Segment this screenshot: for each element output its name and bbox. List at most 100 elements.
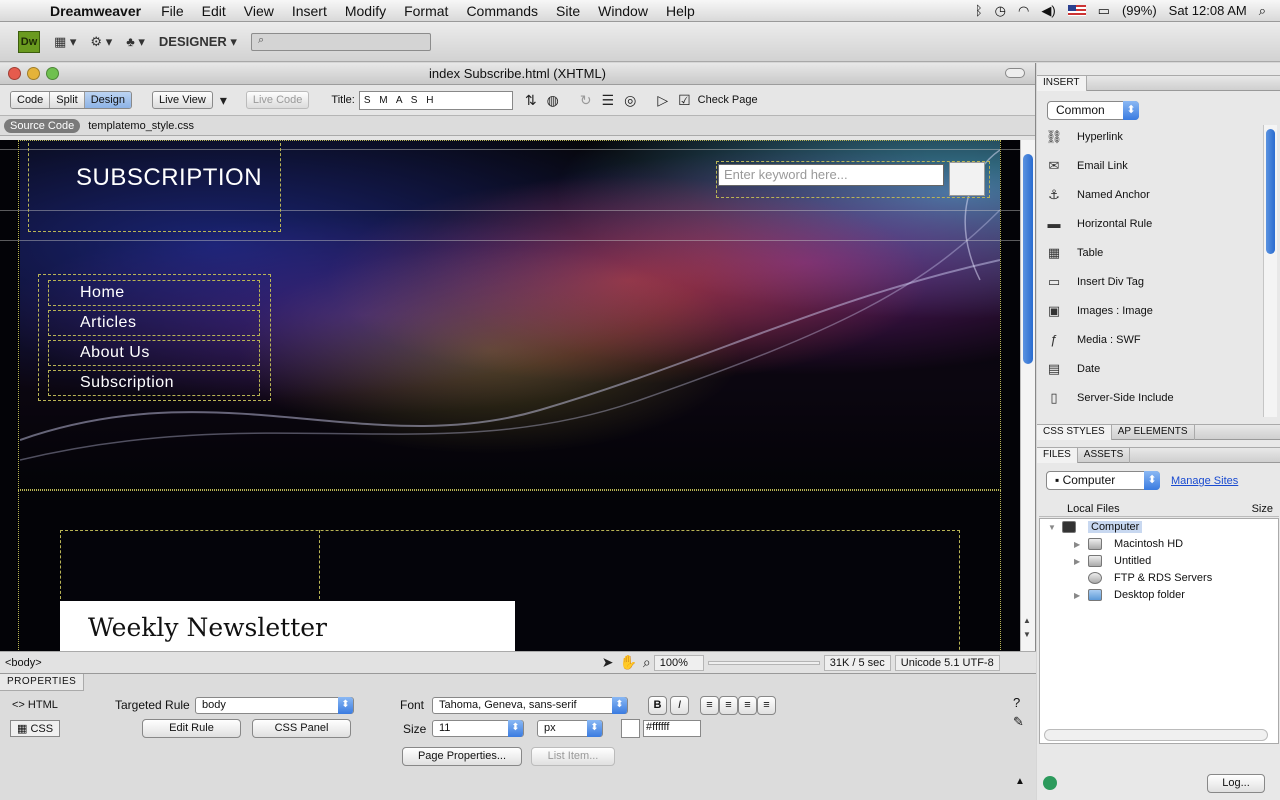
log-button[interactable]: Log... xyxy=(1207,774,1265,793)
tree-item-untitled[interactable]: ▶ Untitled xyxy=(1074,555,1151,567)
check-page-icon[interactable]: ☑ xyxy=(678,92,691,109)
page-properties-button[interactable]: Page Properties... xyxy=(402,747,522,766)
status-globe-icon[interactable] xyxy=(1043,776,1057,790)
spotlight-icon[interactable]: ⌕ xyxy=(1259,3,1266,19)
related-file-css[interactable]: templatemo_style.css xyxy=(88,120,194,132)
toolbar-toggle-button[interactable] xyxy=(1005,68,1025,78)
css-panel-button[interactable]: CSS Panel xyxy=(252,719,351,738)
zoom-tool-icon[interactable]: ⌕ xyxy=(643,654,651,671)
visual-aids-icon[interactable]: ◎ xyxy=(624,92,636,109)
nav-articles[interactable]: Articles xyxy=(48,310,260,336)
layout-icon[interactable]: ▦ ▾ xyxy=(54,34,76,50)
tree-item-macintosh-hd[interactable]: ▶ Macintosh HD xyxy=(1074,538,1183,550)
insert-table[interactable]: ▦ Table xyxy=(1045,243,1103,263)
source-code-tab[interactable]: Source Code xyxy=(4,118,81,133)
align-right-button[interactable]: ≡ xyxy=(738,696,757,715)
page-title-field[interactable]: S M A S H xyxy=(358,90,513,110)
insert-image[interactable]: ▣ Images : Image xyxy=(1045,301,1153,321)
insert-horizontal-rule[interactable]: ▬ Horizontal Rule xyxy=(1045,214,1153,234)
insert-tab[interactable]: INSERT xyxy=(1037,76,1087,91)
menu-file[interactable]: File xyxy=(152,3,193,19)
color-value-field[interactable]: #ffffff xyxy=(643,720,701,737)
pointer-tool-icon[interactable]: ➤ xyxy=(602,654,614,671)
nav-home[interactable]: Home xyxy=(48,280,260,306)
insert-category-select[interactable]: Common xyxy=(1047,101,1139,120)
insert-date[interactable]: ▤ Date xyxy=(1045,359,1100,379)
zoom-select[interactable]: 100% xyxy=(653,654,704,671)
design-view-button[interactable]: Design xyxy=(84,92,131,108)
bluetooth-icon[interactable]: ᛒ xyxy=(975,3,983,18)
align-center-button[interactable]: ≡ xyxy=(719,696,738,715)
site-icon[interactable]: ♣ ▾ xyxy=(126,34,145,50)
hand-tool-icon[interactable]: ✋ xyxy=(619,654,636,671)
list-item-button[interactable]: List Item... xyxy=(531,747,615,766)
manage-sites-link[interactable]: Manage Sites xyxy=(1171,475,1238,487)
scroll-down-arrow-icon[interactable]: ▼ xyxy=(1023,630,1031,639)
newsletter-heading[interactable]: Weekly Newsletter xyxy=(60,601,515,651)
live-view-button[interactable]: Live View xyxy=(151,91,213,109)
align-left-button[interactable]: ≡ xyxy=(700,696,719,715)
scroll-thumb[interactable] xyxy=(1266,129,1275,254)
disclosure-open-icon[interactable]: ▼ xyxy=(1048,523,1062,532)
insert-media[interactable]: ƒ Media : SWF xyxy=(1045,330,1140,350)
size-column[interactable]: Size xyxy=(1252,503,1273,515)
search-submit-button[interactable] xyxy=(949,162,985,196)
validate-icon[interactable]: ▷ xyxy=(657,92,668,109)
insert-named-anchor[interactable]: ⚓ Named Anchor xyxy=(1045,185,1150,205)
menu-view[interactable]: View xyxy=(235,3,283,19)
help-icon[interactable]: ? xyxy=(1013,695,1020,710)
targeted-rule-select[interactable]: body xyxy=(195,697,354,714)
window-size-field[interactable] xyxy=(707,660,820,665)
local-files-column[interactable]: Local Files xyxy=(1067,503,1120,515)
design-canvas[interactable]: SUBSCRIPTION Enter keyword here... Home … xyxy=(0,140,1020,651)
size-unit-select[interactable]: px xyxy=(537,720,603,737)
assets-tab[interactable]: ASSETS xyxy=(1078,448,1131,463)
view-options-icon[interactable]: ☰ xyxy=(602,92,615,109)
chevron-down-icon[interactable]: ▾ xyxy=(220,92,227,109)
font-select[interactable]: Tahoma, Geneva, sans-serif xyxy=(432,697,628,714)
edit-rule-button[interactable]: Edit Rule xyxy=(142,719,241,738)
insert-ssi[interactable]: ▯ Server-Side Include xyxy=(1045,388,1173,408)
quick-tag-editor-icon[interactable]: ✎ xyxy=(1013,714,1024,730)
tree-item-ftp-rds[interactable]: FTP & RDS Servers xyxy=(1074,572,1212,584)
insert-panel-scrollbar[interactable] xyxy=(1263,125,1277,417)
files-horizontal-scrollbar[interactable] xyxy=(1044,729,1268,741)
menu-edit[interactable]: Edit xyxy=(193,3,235,19)
color-swatch[interactable] xyxy=(621,719,640,738)
menu-help[interactable]: Help xyxy=(657,3,704,19)
code-view-button[interactable]: Code xyxy=(11,92,51,108)
insert-div-tag[interactable]: ▭ Insert Div Tag xyxy=(1045,272,1144,292)
tree-item-computer[interactable]: ▼ Computer xyxy=(1048,521,1143,533)
font-size-select[interactable]: 11 xyxy=(432,720,524,737)
gear-icon[interactable]: ⚙ ▾ xyxy=(90,34,112,50)
input-flag-icon[interactable] xyxy=(1067,5,1086,16)
nav-subscription[interactable]: Subscription xyxy=(48,370,260,396)
files-tab[interactable]: FILES xyxy=(1037,448,1078,463)
menu-format[interactable]: Format xyxy=(395,3,457,19)
insert-hyperlink[interactable]: ⛓ Hyperlink xyxy=(1045,127,1123,147)
menu-insert[interactable]: Insert xyxy=(283,3,336,19)
justify-button[interactable]: ≡ xyxy=(757,696,776,715)
battery-icon[interactable]: ▭ xyxy=(1098,3,1110,19)
menu-commands[interactable]: Commands xyxy=(457,3,547,19)
css-mode-toggle[interactable]: ▦ CSS xyxy=(10,720,61,737)
disclosure-closed-icon[interactable]: ▶ xyxy=(1074,540,1088,549)
tag-selector[interactable]: <body> xyxy=(0,657,42,669)
wifi-icon[interactable]: ◠ xyxy=(1018,3,1029,19)
refresh-icon[interactable]: ↻ xyxy=(580,92,592,109)
properties-tab[interactable]: PROPERTIES xyxy=(0,674,85,691)
disclosure-closed-icon[interactable]: ▶ xyxy=(1074,591,1088,600)
bold-button[interactable]: B xyxy=(648,696,667,715)
volume-icon[interactable]: ◀) xyxy=(1041,3,1055,19)
html-mode-toggle[interactable]: <> HTML xyxy=(12,699,58,711)
canvas-vertical-scrollbar[interactable]: ▲ ▼ xyxy=(1020,140,1035,651)
check-page-button[interactable]: Check Page xyxy=(698,94,758,106)
workspace-switcher[interactable]: DESIGNER ▾ xyxy=(159,34,237,50)
page-heading[interactable]: SUBSCRIPTION xyxy=(76,164,262,192)
menu-app-name[interactable]: Dreamweaver xyxy=(40,3,152,19)
insert-email-link[interactable]: ✉ Email Link xyxy=(1045,156,1128,176)
keyword-search-input[interactable]: Enter keyword here... xyxy=(718,164,944,186)
css-styles-tab[interactable]: CSS STYLES xyxy=(1037,425,1112,440)
split-view-button[interactable]: Split xyxy=(50,92,85,108)
files-location-select[interactable]: ▪ Computer xyxy=(1046,471,1160,490)
